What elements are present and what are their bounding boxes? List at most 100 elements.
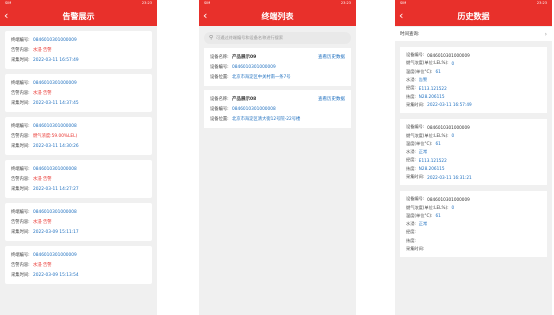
alarm-terminal-value: 0846010301000009 xyxy=(33,252,77,258)
history-terminal-row: 设备编号: 0846010301000009 xyxy=(406,195,541,203)
alarm-card[interactable]: 终端编号: 0846010301000009 告警内容: 水浸 告警 采集时间: 2022… xyxy=(5,74,152,112)
alarm-terminal-row: 终端编号: 0846010301000009 xyxy=(11,250,146,260)
device-card[interactable]: 设备名称: 产品展示08 查看历史数据 设备编号: 0846010301000008 设备… xyxy=(204,90,351,128)
view-history-link[interactable]: 查看历史数据 xyxy=(318,96,345,102)
alarm-content-label: 告警内容: xyxy=(11,134,30,139)
search-icon: ⚲ xyxy=(209,35,214,41)
alarm-time-label: 采集时间: xyxy=(11,101,30,106)
history-water-label: 水浸: xyxy=(406,77,416,83)
search-placeholder: 可通过终端编号和设备名称进行搜索 xyxy=(216,35,284,40)
history-gas-row: 燃气浓度(单位:LEL%): 0 xyxy=(406,59,541,67)
history-terminal-value: 0846010301000009 xyxy=(427,52,470,58)
alarm-content-label: 告警内容: xyxy=(11,48,30,53)
alarm-content-row: 告警内容: 水浸 告警 xyxy=(11,217,146,227)
device-code-row: 设备编号: 0846010301000009 xyxy=(210,62,345,72)
device-card[interactable]: 设备名称: 产品展示09 查看历史数据 设备编号: 0846010301000009 设备… xyxy=(204,48,351,86)
alarm-terminal-label: 终端编号: xyxy=(11,81,30,86)
alarm-content-row: 告警内容: 水浸 告警 xyxy=(11,260,146,270)
status-bar: SIM 23:23 xyxy=(395,0,552,7)
history-lng-label: 经度: xyxy=(406,157,416,163)
page-title: 告警展示 xyxy=(62,12,95,21)
history-gas-row: 燃气浓度(单位:LEL%): 0 xyxy=(406,131,541,139)
device-code-value: 0846010301000008 xyxy=(232,106,276,112)
device-name-value: 产品展示09 xyxy=(232,55,257,60)
history-time-label: 采集时间: xyxy=(406,101,425,107)
alarm-content-value: 水浸 告警 xyxy=(33,177,52,182)
status-left: SIM xyxy=(400,1,407,5)
history-terminal-row: 设备编号: 0846010301000009 xyxy=(406,51,541,59)
page-title: 终端列表 xyxy=(261,12,294,21)
alarm-time-value: 2022-03-09 15:13:54 xyxy=(33,272,79,278)
history-lat-label: 纬度: xyxy=(406,93,416,99)
history-terminal-label: 设备编号: xyxy=(406,124,425,130)
history-lng-row: 经度: xyxy=(406,228,541,236)
alarm-content-label: 告警内容: xyxy=(11,220,30,225)
history-terminal-value: 0846010301000009 xyxy=(427,196,470,202)
alarm-terminal-value: 0846010301000008 xyxy=(33,166,77,172)
back-icon[interactable]: ‹ xyxy=(4,10,8,22)
alarm-time-row: 采集时间: 2022-03-09 15:11:17 xyxy=(11,227,146,237)
alarm-terminal-row: 终端编号: 0846010301000008 xyxy=(11,121,146,131)
history-time-row: 采集时间: xyxy=(406,245,541,253)
device-code-label: 设备编号: xyxy=(210,65,229,70)
history-gas-label: 燃气浓度(单位:LEL%): xyxy=(406,60,449,66)
time-query-label: 时间查询: xyxy=(400,32,420,37)
history-lat-label: 纬度: xyxy=(406,165,416,171)
device-name-label: 设备名称: xyxy=(210,97,229,102)
status-left: SIM xyxy=(5,1,12,5)
history-water-value: 正常 xyxy=(418,221,428,227)
device-name-row: 设备名称: 产品展示08 查看历史数据 xyxy=(210,94,345,104)
alarm-terminal-row: 终端编号: 0846010301000008 xyxy=(11,207,146,217)
history-gas-label: 燃气浓度(单位:LEL%): xyxy=(406,132,449,138)
history-card: 设备编号: 0846010301000009 燃气浓度(单位:LEL%): 0 温度(单… xyxy=(400,47,547,114)
back-icon[interactable]: ‹ xyxy=(399,10,403,22)
alarm-terminal-label: 终端编号: xyxy=(11,38,30,43)
history-water-value: 正常 xyxy=(418,149,428,155)
history-lat-label: 纬度: xyxy=(406,237,416,243)
device-location-value: 北京市海淀区清大街12号院-22号楼 xyxy=(232,117,301,122)
back-icon[interactable]: ‹ xyxy=(203,10,207,22)
alarm-content-value: 水浸 告警 xyxy=(33,48,52,53)
alarm-terminal-value: 0846010301000009 xyxy=(33,37,77,43)
history-screen: SIM 23:23 ‹ 历史数据 时间查询: › 设备编号: 0846010301… xyxy=(395,0,552,315)
history-temp-label: 温度(单位°C): xyxy=(406,68,433,74)
alarm-card[interactable]: 终端编号: 0846010301000008 告警内容: 水浸 告警 采集时间: 2022… xyxy=(5,160,152,198)
history-lng-row: 经度: E113.121522 xyxy=(406,84,541,92)
top-bar: ‹ 告警展示 xyxy=(0,7,157,26)
status-time: 23:23 xyxy=(340,1,351,5)
history-water-label: 水浸: xyxy=(406,149,416,155)
terminal-list-screen: SIM 23:23 ‹ 终端列表 ⚲ 可通过终端编号和设备名称进行搜索 设备名称… xyxy=(199,0,356,315)
alarm-time-value: 2022-03-11 16:57:49 xyxy=(33,57,79,63)
history-lat-value: N28.206115 xyxy=(418,94,445,100)
alarm-content-label: 告警内容: xyxy=(11,91,30,96)
history-temp-label: 温度(单位°C): xyxy=(406,140,433,146)
alarm-content-label: 告警内容: xyxy=(11,177,30,182)
alarm-card[interactable]: 终端编号: 0846010301000009 告警内容: 水浸 告警 采集时间: 2022… xyxy=(5,246,152,284)
alarm-terminal-label: 终端编号: xyxy=(11,253,30,258)
history-time-label: 采集时间: xyxy=(406,246,425,252)
alarm-card[interactable]: 终端编号: 0846010301000008 告警内容: 水浸 告警 采集时间: 2022… xyxy=(5,203,152,241)
history-time-row: 采集时间: 2022-03-11 16:57:49 xyxy=(406,101,541,109)
history-lat-value: N28.206115 xyxy=(418,166,445,172)
status-time: 23:23 xyxy=(141,1,152,5)
status-left: SIM xyxy=(204,1,211,5)
alarm-content-row: 告警内容: 水浸 告警 xyxy=(11,174,146,184)
alarm-card[interactable]: 终端编号: 0846010301000008 告警内容: 燃气浓度:59.00%LEL… xyxy=(5,117,152,155)
alarm-time-value: 2022-03-11 14:37:45 xyxy=(33,100,79,106)
alarm-content-value: 水浸 告警 xyxy=(33,263,52,268)
alarm-content-row: 告警内容: 水浸 告警 xyxy=(11,88,146,98)
history-terminal-label: 设备编号: xyxy=(406,52,425,58)
time-query-bar[interactable]: 时间查询: › xyxy=(395,27,552,41)
alarm-time-row: 采集时间: 2022-03-11 14:27:27 xyxy=(11,184,146,194)
history-card: 设备编号: 0846010301000009 燃气浓度(单位:LEL%): 0 温度(单… xyxy=(400,119,547,186)
alarm-terminal-label: 终端编号: xyxy=(11,210,30,215)
page-title: 历史数据 xyxy=(457,12,490,21)
alarm-card[interactable]: 终端编号: 0846010301000009 告警内容: 水浸 告警采集时间: 2022… xyxy=(5,31,152,69)
history-time-label: 采集时间: xyxy=(406,174,425,179)
view-history-link[interactable]: 查看历史数据 xyxy=(318,54,345,60)
alarm-content-row: 告警内容: 燃气浓度:59.00%LEL) xyxy=(11,131,146,141)
alarm-content-label: 告警内容: xyxy=(11,263,30,268)
search-input[interactable]: ⚲ 可通过终端编号和设备名称进行搜索 xyxy=(204,32,351,44)
alarm-time-row: 采集时间: 2022-03-11 16:57:49 xyxy=(11,55,146,65)
device-code-row: 设备编号: 0846010301000008 xyxy=(210,104,345,114)
